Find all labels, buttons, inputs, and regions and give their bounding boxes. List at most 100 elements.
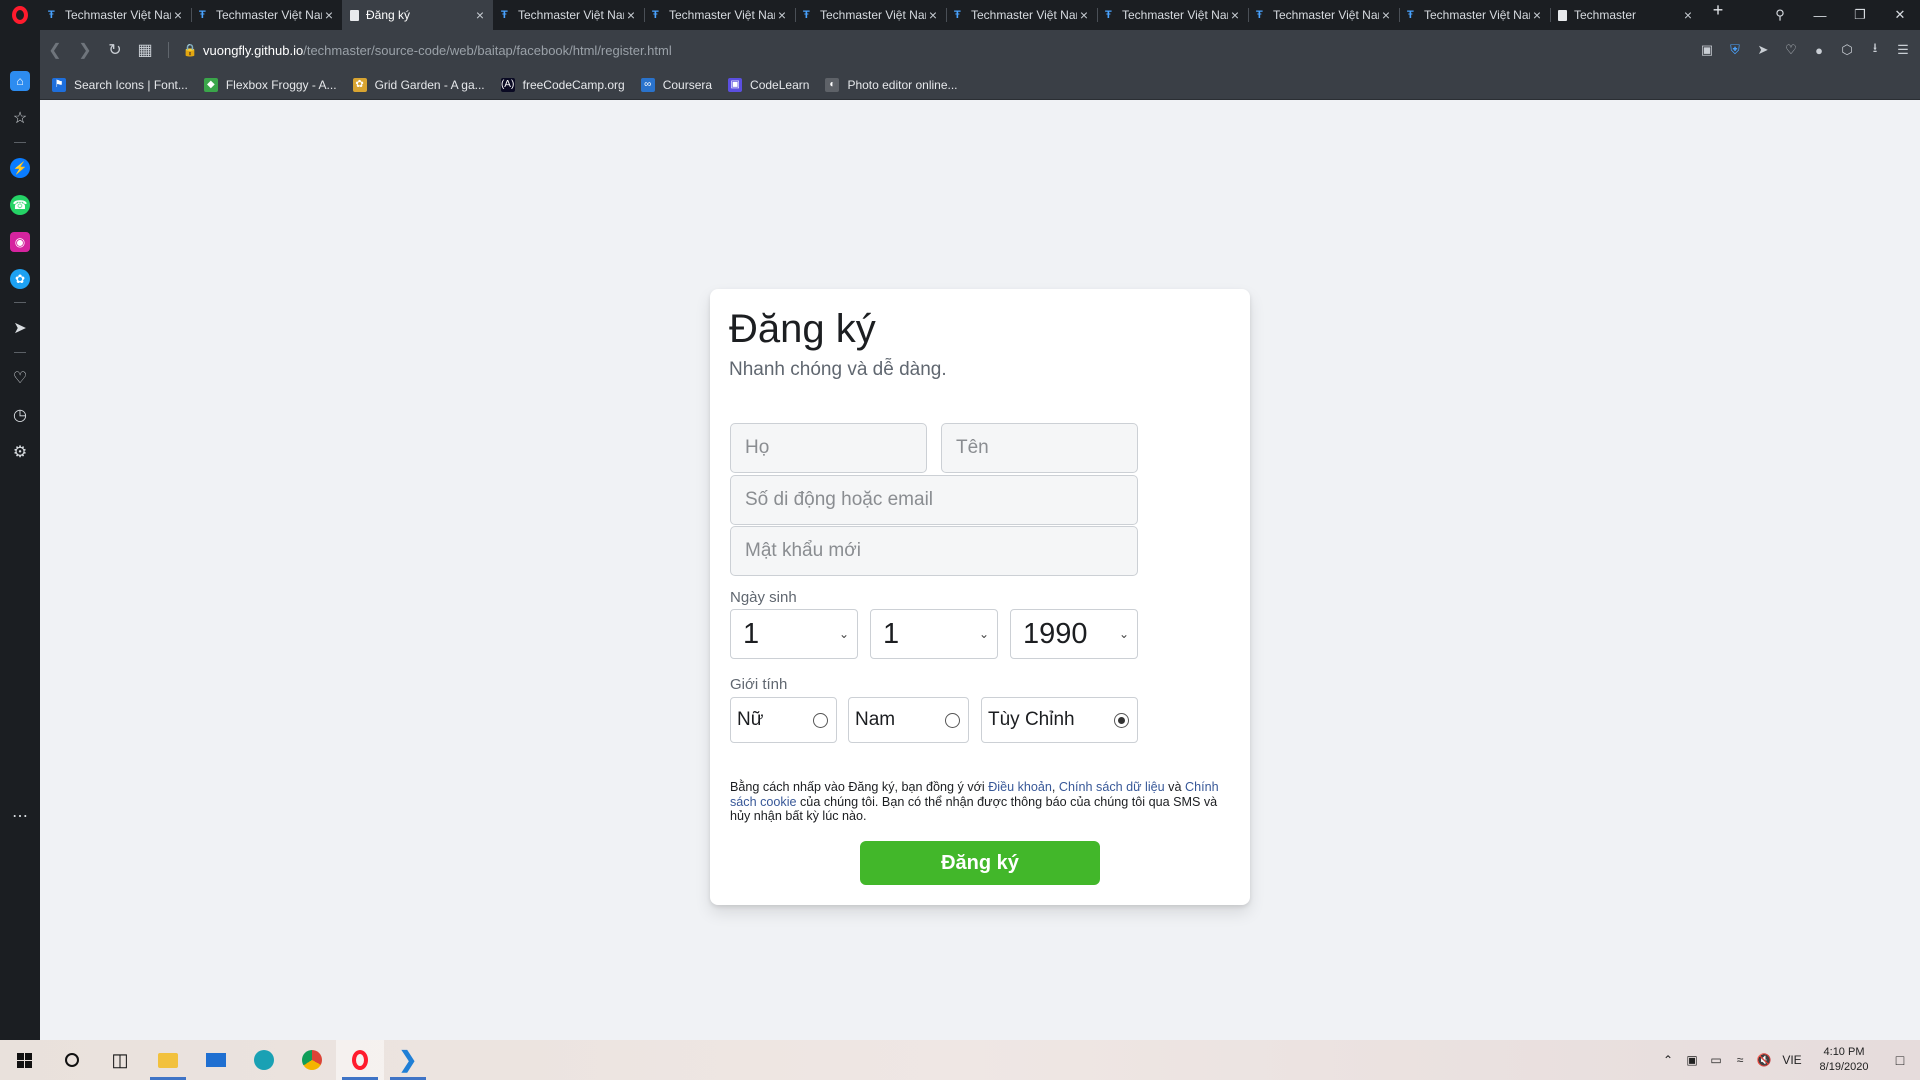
close-window-icon[interactable]: ✕: [1880, 7, 1920, 23]
bookmark-item[interactable]: ⚑ Search Icons | Font...: [52, 77, 188, 92]
close-tab-icon[interactable]: ×: [322, 7, 336, 23]
browser-tab[interactable]: Ŧ Techmaster Việt Nam ×: [40, 0, 191, 30]
new-tab-button[interactable]: +: [1701, 0, 1735, 30]
close-tab-icon[interactable]: ×: [1681, 7, 1695, 23]
windows-start-icon[interactable]: [0, 1040, 48, 1080]
input-method-icon[interactable]: ▣: [1680, 1053, 1704, 1067]
last-name-input[interactable]: Họ: [730, 423, 927, 473]
url-field[interactable]: vuongfly.github.io/techmaster/source-cod…: [203, 43, 672, 58]
terms-link[interactable]: Điều khoản: [988, 780, 1052, 794]
bookmark-label: Search Icons | Font...: [74, 77, 188, 92]
volume-muted-icon[interactable]: 🔇: [1752, 1053, 1776, 1067]
bookmark-item[interactable]: ◐ Photo editor online...: [825, 77, 958, 92]
twitter-icon[interactable]: ✿: [0, 264, 40, 294]
whatsapp-icon[interactable]: ☎: [0, 190, 40, 220]
first-name-input[interactable]: Tên: [941, 423, 1138, 473]
browser-tab[interactable]: Ŧ Techmaster Việt Nam ×: [795, 0, 946, 30]
browser-tab[interactable]: Ŧ Techmaster Việt Nam ×: [493, 0, 644, 30]
close-tab-icon[interactable]: ×: [171, 7, 185, 23]
radio-button[interactable]: [1114, 712, 1129, 728]
browser-tab[interactable]: Đăng ký ×: [342, 0, 493, 30]
close-tab-icon[interactable]: ×: [624, 7, 638, 23]
notifications-icon[interactable]: □: [1880, 1052, 1920, 1068]
gender-option-custom[interactable]: Tùy Chỉnh: [981, 697, 1138, 743]
tabs-grid-button[interactable]: ▦: [130, 40, 160, 60]
close-tab-icon[interactable]: ×: [1379, 7, 1393, 23]
gender-option-male[interactable]: Nam: [848, 697, 969, 743]
signup-button[interactable]: Đăng ký: [860, 841, 1100, 885]
browser-tab[interactable]: Ŧ Techmaster Việt Nam ×: [946, 0, 1097, 30]
close-tab-icon[interactable]: ×: [1077, 7, 1091, 23]
bookmarks-heart-icon[interactable]: ♡: [0, 363, 40, 393]
search-circle-icon[interactable]: [48, 1040, 96, 1080]
lock-icon[interactable]: 🔒: [177, 43, 203, 57]
close-tab-icon[interactable]: ×: [473, 7, 487, 23]
day-select[interactable]: 1 ⌄: [730, 609, 858, 659]
flow-icon[interactable]: ➤: [0, 313, 40, 343]
gender-option-label: Nam: [855, 709, 896, 730]
speed-dial-icon[interactable]: ☆: [0, 103, 40, 133]
easy-setup-icon[interactable]: ☰: [1892, 42, 1914, 58]
close-tab-icon[interactable]: ×: [1228, 7, 1242, 23]
sidebar-divider: [14, 352, 26, 353]
close-tab-icon[interactable]: ×: [1530, 7, 1544, 23]
contact-input[interactable]: Số di động hoặc email: [730, 475, 1138, 525]
opera-menu-icon[interactable]: [0, 0, 40, 30]
browser-tab[interactable]: Techmaster ×: [1550, 0, 1701, 30]
reload-button[interactable]: ↻: [100, 40, 130, 60]
history-icon[interactable]: ◷: [0, 400, 40, 430]
language-indicator[interactable]: VIE: [1776, 1053, 1808, 1067]
restore-icon[interactable]: ❐: [1840, 7, 1880, 23]
home-icon[interactable]: ⌂: [0, 66, 40, 96]
vscode-icon[interactable]: ❯: [384, 1040, 432, 1080]
show-hidden-icons-icon[interactable]: ⌃: [1656, 1053, 1680, 1067]
wifi-icon[interactable]: ≈: [1728, 1053, 1752, 1067]
close-tab-icon[interactable]: ×: [926, 7, 940, 23]
browser-tab[interactable]: Ŧ Techmaster Việt Nam ×: [191, 0, 342, 30]
gender-option-female[interactable]: Nữ: [730, 697, 837, 743]
data-policy-link[interactable]: Chính sách dữ liệu: [1059, 780, 1165, 794]
bookmark-item[interactable]: (A) freeCodeCamp.org: [500, 77, 625, 92]
month-value: 1: [883, 617, 900, 650]
mail-icon[interactable]: [192, 1040, 240, 1080]
close-tab-icon[interactable]: ×: [775, 7, 789, 23]
radio-button[interactable]: [813, 712, 828, 728]
month-select[interactable]: 1 ⌄: [870, 609, 998, 659]
bookmark-item[interactable]: ▣ CodeLearn: [728, 77, 809, 92]
edge-icon[interactable]: [240, 1040, 288, 1080]
forward-button[interactable]: ❯: [70, 40, 100, 60]
cube-icon[interactable]: ⬡: [1836, 42, 1858, 58]
battery-icon[interactable]: ▭: [1704, 1053, 1728, 1067]
send-icon[interactable]: ➤: [1752, 42, 1774, 58]
download-icon[interactable]: ⭳: [1864, 39, 1886, 61]
file-explorer-icon[interactable]: [144, 1040, 192, 1080]
browser-tab[interactable]: Ŧ Techmaster Việt Nam ×: [1399, 0, 1550, 30]
browser-tab[interactable]: Ŧ Techmaster Việt Nam ×: [644, 0, 795, 30]
messenger-icon[interactable]: ●: [1808, 43, 1830, 58]
radio-button[interactable]: [945, 712, 960, 728]
clock[interactable]: 4:10 PM 8/19/2020: [1808, 1045, 1880, 1075]
bookmark-item[interactable]: ◆ Flexbox Froggy - A...: [203, 77, 337, 92]
back-button[interactable]: ❮: [40, 40, 70, 60]
heart-icon[interactable]: ♡: [1780, 42, 1802, 58]
messenger-icon[interactable]: ⚡: [0, 153, 40, 183]
search-tabs-icon[interactable]: ⚲: [1760, 7, 1800, 23]
bookmark-item[interactable]: ∞ Coursera: [640, 77, 712, 92]
bookmark-item[interactable]: ✿ Grid Garden - A ga...: [352, 77, 485, 92]
snapshot-icon[interactable]: ▣: [1696, 42, 1718, 58]
year-select[interactable]: 1990 ⌄: [1010, 609, 1138, 659]
terms-text-part: ,: [1051, 780, 1059, 794]
window-controls: ⚲ — ❐ ✕: [1760, 0, 1920, 30]
task-view-icon[interactable]: ◫: [96, 1040, 144, 1080]
password-input[interactable]: Mật khẩu mới: [730, 526, 1138, 576]
settings-gear-icon[interactable]: ⚙: [0, 437, 40, 467]
system-tray: ⌃ ▣ ▭ ≈ 🔇 VIE 4:10 PM 8/19/2020 □: [1656, 1040, 1920, 1080]
browser-tab[interactable]: Ŧ Techmaster Việt Nam ×: [1097, 0, 1248, 30]
instagram-icon[interactable]: ◉: [0, 227, 40, 257]
opera-taskbar-icon[interactable]: [336, 1040, 384, 1080]
minimize-icon[interactable]: —: [1800, 8, 1840, 23]
browser-tab[interactable]: Ŧ Techmaster Việt Nam ×: [1248, 0, 1399, 30]
chrome-icon[interactable]: [288, 1040, 336, 1080]
adblock-shield-icon[interactable]: ⛨: [1724, 42, 1746, 58]
more-icon[interactable]: ⋯: [0, 801, 40, 831]
